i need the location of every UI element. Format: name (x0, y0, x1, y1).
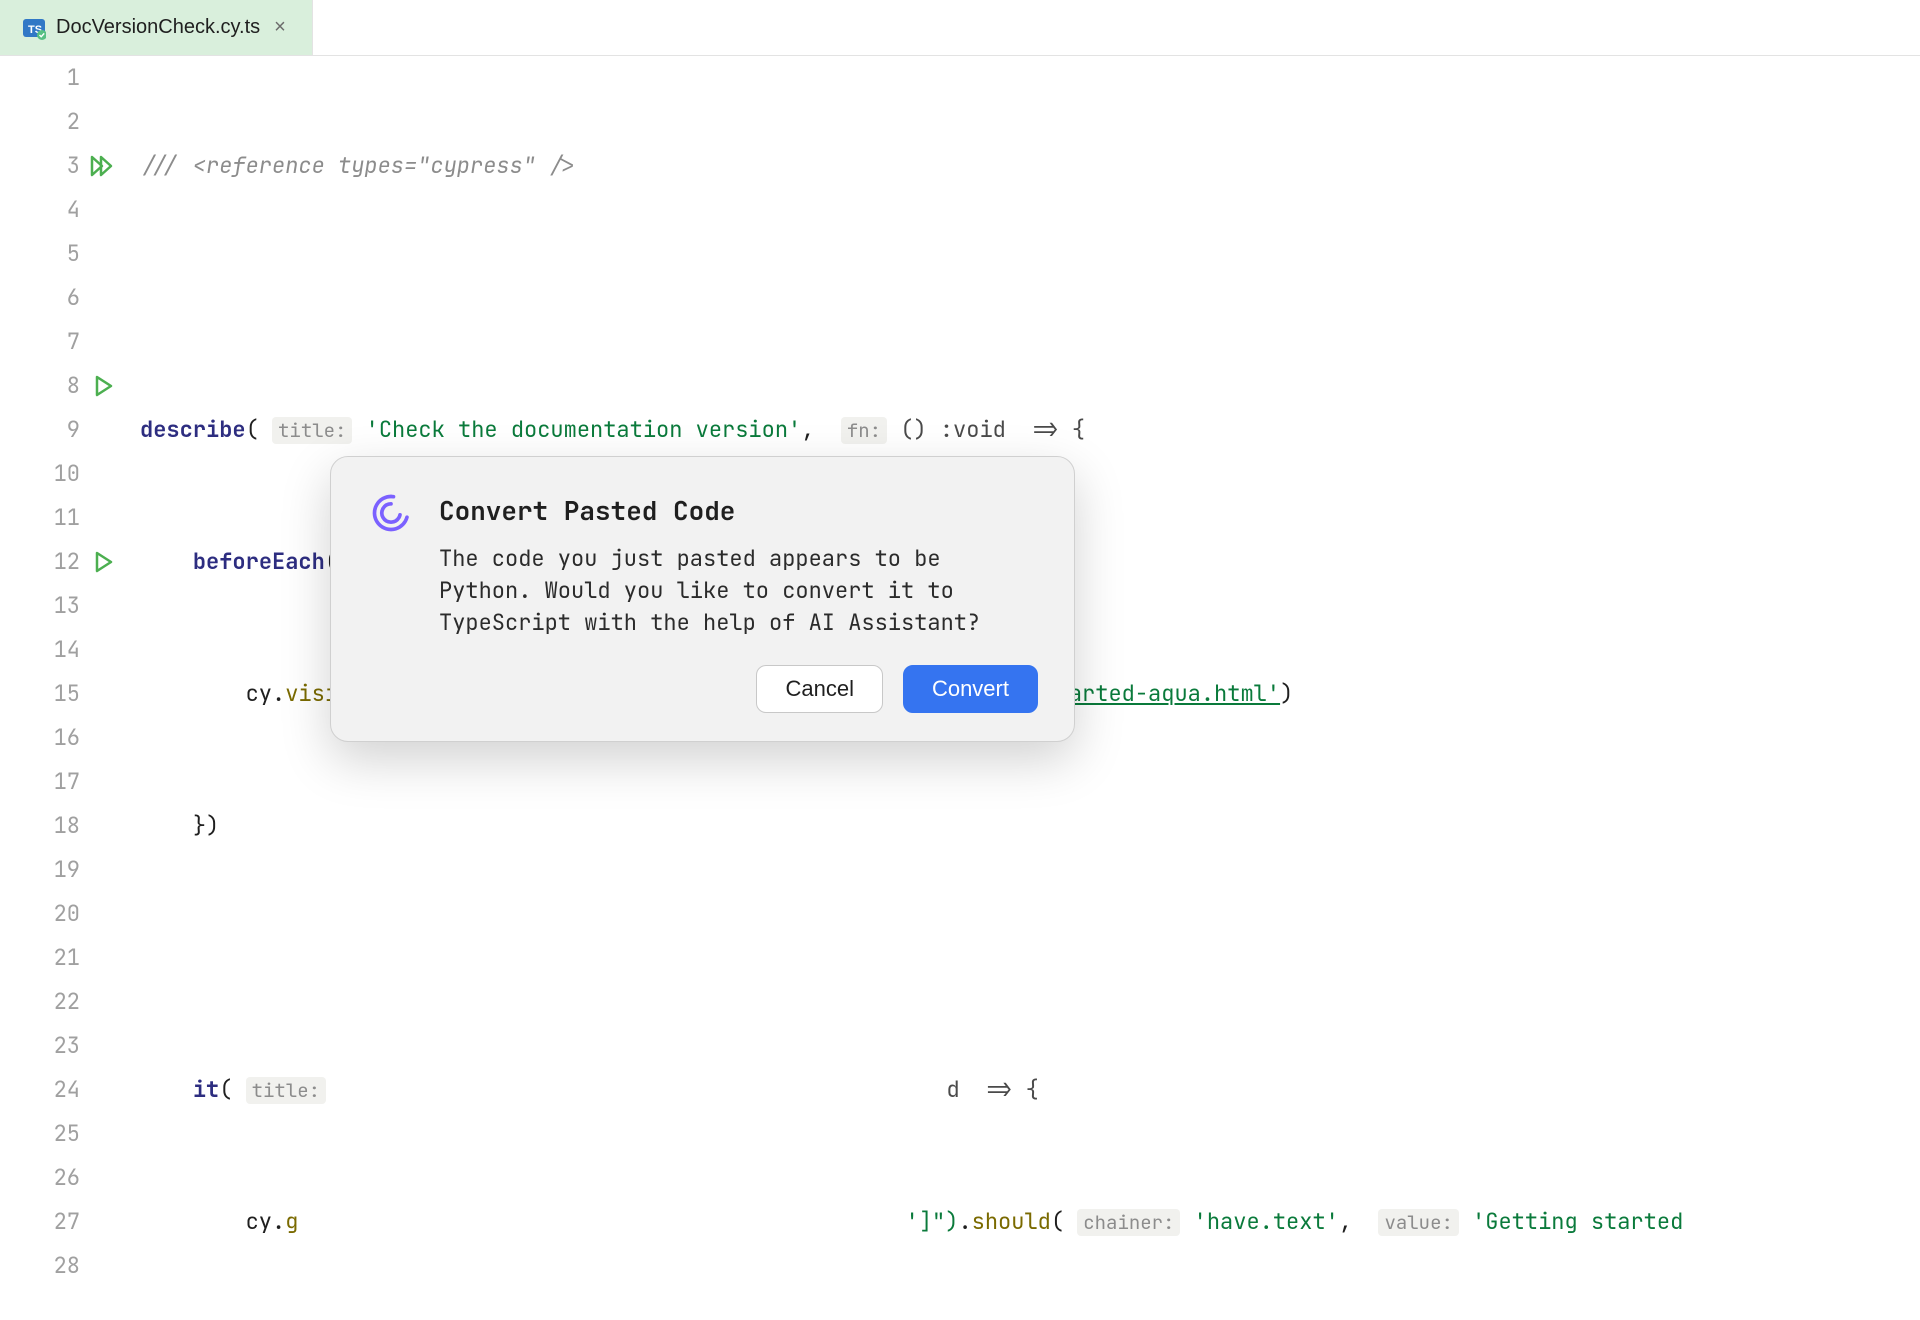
line-number: 10 (0, 452, 80, 496)
run-icon[interactable] (94, 375, 114, 397)
string-literal: 'have.text' (1194, 1207, 1339, 1236)
param-hint: title: (246, 1077, 326, 1104)
fn-call: describe (140, 415, 246, 444)
code-line: describe( title: 'Check the documentatio… (140, 408, 1920, 452)
brace-close: }) (193, 811, 219, 840)
line-number: 19 (0, 848, 80, 892)
fn-call: it (193, 1075, 219, 1104)
object-ref: cy (246, 679, 272, 708)
paren: ) (1280, 679, 1293, 708)
run-icon[interactable] (94, 551, 114, 573)
line-number: 8 (0, 364, 80, 408)
param-hint: chainer: (1077, 1209, 1180, 1236)
gutter-icons-column (90, 56, 130, 1320)
line-number: 16 (0, 716, 80, 760)
convert-pasted-code-dialog: Convert Pasted Code The code you just pa… (330, 456, 1075, 742)
close-icon[interactable]: × (270, 16, 290, 39)
line-number: 6 (0, 276, 80, 320)
tab-docversioncheck[interactable]: TS DocVersionCheck.cy.ts × (0, 0, 313, 55)
code-line: it( title: d => { (140, 1068, 1920, 1112)
string-literal: ']") (906, 1207, 959, 1236)
tab-filename: DocVersionCheck.cy.ts (56, 16, 260, 39)
run-all-icon[interactable] (90, 155, 114, 177)
line-number: 25 (0, 1112, 80, 1156)
method-call: g (285, 1207, 298, 1236)
line-number: 4 (0, 188, 80, 232)
line-number-gutter: 1234567891011121314151617181920212223242… (0, 56, 90, 1320)
line-number: 26 (0, 1156, 80, 1200)
line-number: 15 (0, 672, 80, 716)
signature: d => { (946, 1075, 1038, 1104)
param-hint: fn: (841, 417, 887, 444)
signature: () :void => { (900, 415, 1085, 444)
line-number: 21 (0, 936, 80, 980)
tab-bar: TS DocVersionCheck.cy.ts × (0, 0, 1920, 56)
code-line: }) (140, 804, 1920, 848)
code-line: cy.g ']").should( chainer: 'have.text', … (140, 1200, 1920, 1244)
line-number: 28 (0, 1244, 80, 1288)
line-number: 1 (0, 56, 80, 100)
line-number: 2 (0, 100, 80, 144)
line-number: 14 (0, 628, 80, 672)
convert-button[interactable]: Convert (903, 665, 1038, 713)
line-number: 9 (0, 408, 80, 452)
comment-text: /// <reference types="cypress" /> (140, 151, 576, 180)
line-number: 12 (0, 540, 80, 584)
line-number: 23 (0, 1024, 80, 1068)
dialog-message: The code you just pasted appears to be P… (439, 543, 1038, 639)
fn-call: beforeEach (193, 547, 325, 576)
line-number: 24 (0, 1068, 80, 1112)
code-editor[interactable]: 1234567891011121314151617181920212223242… (0, 56, 1920, 1320)
line-number: 5 (0, 232, 80, 276)
line-number: 20 (0, 892, 80, 936)
cancel-button[interactable]: Cancel (756, 665, 882, 713)
line-number: 18 (0, 804, 80, 848)
line-number: 3 (0, 144, 80, 188)
string-literal: 'Check the documentation version' (366, 415, 802, 444)
string-literal: 'Getting started (1472, 1207, 1683, 1236)
param-hint: value: (1378, 1209, 1458, 1236)
line-number: 7 (0, 320, 80, 364)
param-hint: title: (272, 417, 352, 444)
cypress-ts-file-icon: TS (22, 16, 46, 40)
line-number: 27 (0, 1200, 80, 1244)
line-number: 17 (0, 760, 80, 804)
line-number: 11 (0, 496, 80, 540)
ai-assistant-icon (367, 489, 415, 537)
line-number: 13 (0, 584, 80, 628)
method-call: should (972, 1207, 1051, 1236)
line-number: 22 (0, 980, 80, 1024)
object-ref: cy (246, 1207, 272, 1236)
dialog-title: Convert Pasted Code (439, 489, 1038, 533)
code-line: /// <reference types="cypress" /> (140, 144, 1920, 188)
